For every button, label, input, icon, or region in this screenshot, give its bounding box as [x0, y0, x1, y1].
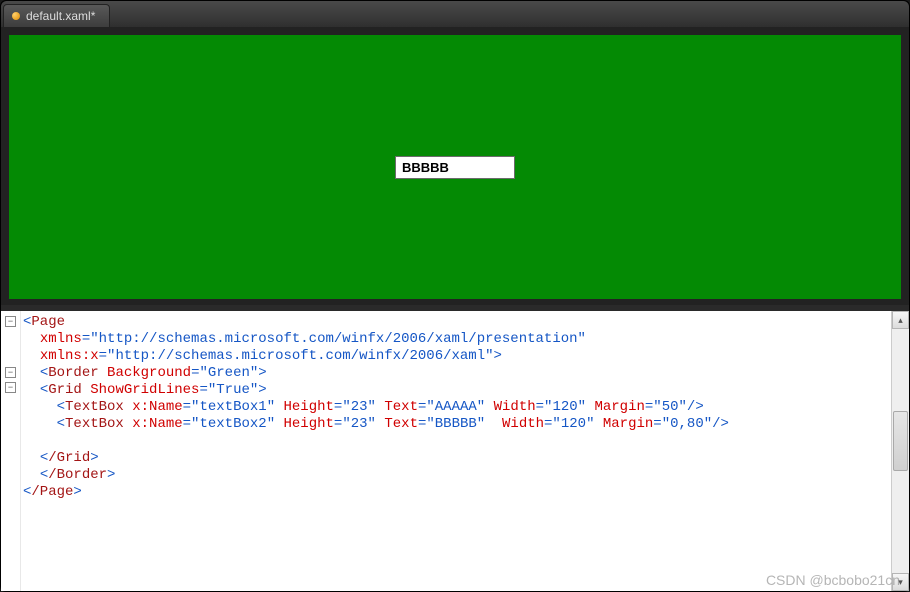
attr-width: Width: [494, 399, 536, 415]
attr-height: Height: [284, 399, 334, 415]
fold-toggle-icon[interactable]: −: [5, 382, 16, 393]
val-height: 23: [351, 399, 368, 415]
val-true: True: [216, 382, 250, 398]
code-pane: − − − <Page xmlns="http://schemas.micros…: [1, 311, 909, 591]
attr-showgridlines: ShowGridLines: [90, 382, 199, 398]
ide-window: default.xaml* − − − <Page xmlns="http://…: [0, 0, 910, 592]
val-width: 120: [552, 399, 577, 415]
tag-page: Page: [31, 314, 65, 330]
val-green: Green: [208, 365, 250, 381]
tag-border-close: /Border: [48, 467, 107, 483]
unsaved-dot-icon: [12, 12, 20, 20]
attr-text: Text: [384, 416, 418, 432]
val-xmlnsx: http://schemas.microsoft.com/winfx/2006/…: [115, 348, 485, 364]
fold-gutter: − − −: [1, 311, 21, 591]
val-width: 120: [561, 416, 586, 432]
val-tb1margin: 50: [662, 399, 679, 415]
tag-border: Border: [48, 365, 98, 381]
textbox-preview[interactable]: [395, 156, 515, 179]
attr-text: Text: [384, 399, 418, 415]
titlebar: default.xaml*: [1, 1, 909, 27]
val-tb2name: textBox2: [199, 416, 266, 432]
attr-xname: x:Name: [132, 416, 182, 432]
fold-toggle-icon[interactable]: −: [5, 367, 16, 378]
val-tb1name: textBox1: [199, 399, 266, 415]
attr-xmlnsx: xmlns:x: [40, 348, 99, 364]
attr-height: Height: [284, 416, 334, 432]
tag-textbox: TextBox: [65, 399, 124, 415]
val-tb2margin: 0,80: [670, 416, 704, 432]
tag-grid-close: /Grid: [48, 450, 90, 466]
attr-margin: Margin: [603, 416, 653, 432]
code-editor[interactable]: <Page xmlns="http://schemas.microsoft.co…: [21, 311, 891, 591]
tag-page-close: /Page: [31, 484, 73, 500]
attr-background: Background: [107, 365, 191, 381]
val-tb1text: AAAAA: [435, 399, 477, 415]
tag-textbox: TextBox: [65, 416, 124, 432]
attr-xname: x:Name: [132, 399, 182, 415]
scroll-down-icon[interactable]: ▾: [892, 573, 909, 591]
val-tb2text: BBBBB: [435, 416, 477, 432]
scroll-up-icon[interactable]: ▴: [892, 311, 909, 329]
document-tab[interactable]: default.xaml*: [3, 4, 110, 27]
attr-margin: Margin: [594, 399, 644, 415]
attr-width: Width: [502, 416, 544, 432]
fold-toggle-icon[interactable]: −: [5, 316, 16, 327]
val-height: 23: [351, 416, 368, 432]
tab-title: default.xaml*: [26, 9, 95, 23]
val-xmlns: http://schemas.microsoft.com/winfx/2006/…: [99, 331, 578, 347]
design-surface[interactable]: [9, 35, 901, 299]
tag-grid: Grid: [48, 382, 82, 398]
design-pane: [1, 27, 909, 305]
scroll-thumb[interactable]: [893, 411, 908, 471]
vertical-scrollbar[interactable]: ▴ ▾: [891, 311, 909, 591]
attr-xmlns: xmlns: [40, 331, 82, 347]
